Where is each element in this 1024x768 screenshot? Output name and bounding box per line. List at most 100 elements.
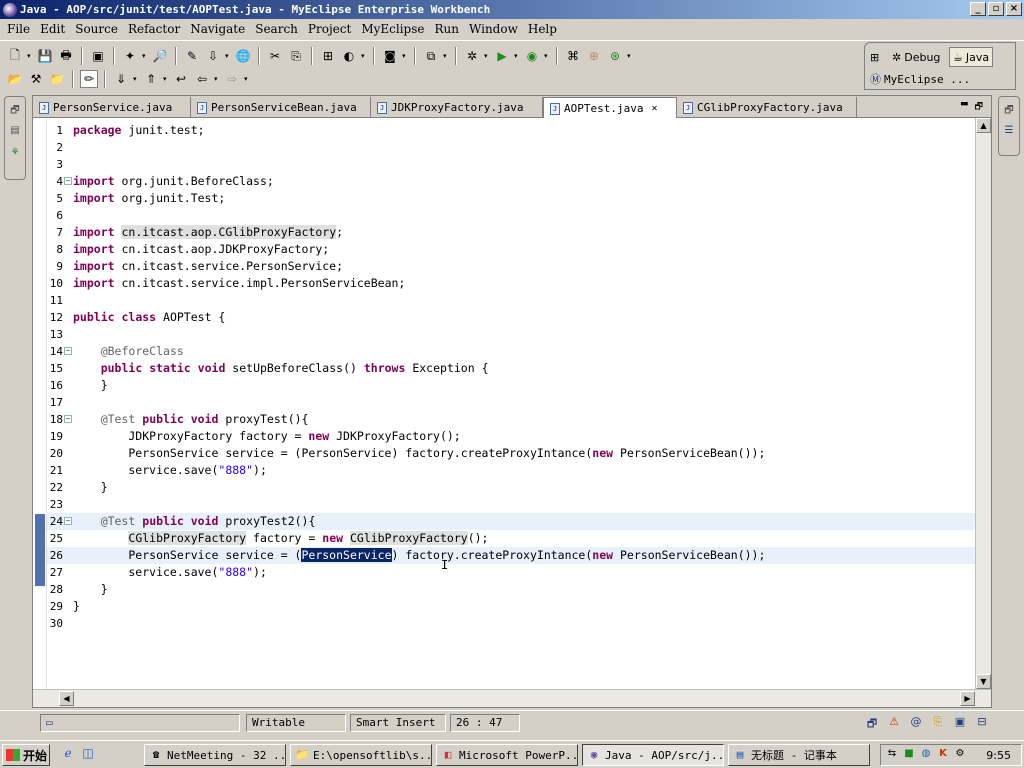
code-line[interactable]: 10 import cn.itcast.service.impl.PersonSe… [47, 275, 975, 292]
code-line[interactable]: 19 JDKProxyFactory factory = new JDKProx… [47, 428, 975, 445]
code-line[interactable]: 23 [47, 496, 975, 513]
code-line[interactable]: 27 service.save("888"); [47, 564, 975, 581]
code-line[interactable]: 28 } [47, 581, 975, 598]
external-tools-dropdown-icon[interactable]: ▾ [544, 52, 550, 60]
code-line[interactable]: 21 service.save("888"); [47, 462, 975, 479]
new-java-project-icon[interactable]: ⌘ [564, 47, 582, 65]
start-button[interactable]: 开始 [2, 744, 50, 766]
code-line[interactable]: 7 import cn.itcast.aop.CGlibProxyFactory; [47, 224, 975, 241]
back-icon[interactable]: ⇦ [193, 70, 211, 88]
new-icon[interactable]: 🗋 [6, 47, 24, 65]
menu-project[interactable]: Project [303, 22, 356, 36]
code-line[interactable]: 16 } [47, 377, 975, 394]
prev-annotation-dropdown-icon[interactable]: ▾ [163, 75, 169, 83]
menu-myeclipse[interactable]: MyEclipse [356, 22, 429, 36]
menu-window[interactable]: Window [464, 22, 523, 36]
back-dropdown-icon[interactable]: ▾ [214, 75, 220, 83]
code-line[interactable]: 24− @Test public void proxyTest2(){ [47, 513, 975, 530]
menu-navigate[interactable]: Navigate [185, 22, 250, 36]
debug-perspective-button[interactable]: ✲ Debug [889, 47, 943, 67]
package-dropdown-icon[interactable]: ▾ [443, 52, 449, 60]
menu-run[interactable]: Run [429, 22, 464, 36]
disabled-icon-2[interactable]: ⎘ [287, 47, 305, 65]
debug-dropdown-icon[interactable]: ▾ [484, 52, 490, 60]
green-app-icon[interactable]: ■ [902, 748, 916, 762]
camera-dropdown-icon[interactable]: ▾ [402, 52, 408, 60]
wizard-dropdown-icon[interactable]: ▾ [142, 52, 148, 60]
disabled-icon[interactable]: ✂ [266, 47, 284, 65]
code-line[interactable]: 14− @BeforeClass [47, 343, 975, 360]
last-edit-icon[interactable]: ↩ [172, 70, 190, 88]
task-myeclipse[interactable]: ◉ Java - AOP/src/j... [582, 744, 724, 766]
fold-toggle-icon[interactable]: − [64, 347, 72, 355]
code-line[interactable]: 2 [47, 139, 975, 156]
outline-icon[interactable]: ☰ [1001, 125, 1017, 141]
save-icon[interactable]: 💾 [36, 47, 54, 65]
menu-refactor[interactable]: Refactor [123, 22, 185, 36]
console-icon[interactable]: ▣ [952, 715, 968, 731]
code-line[interactable]: 25 CGlibProxyFactory factory = new CGlib… [47, 530, 975, 547]
tools-tray-icon[interactable]: ⚙ [953, 748, 967, 762]
debug-icon[interactable]: ✲ [463, 47, 481, 65]
code-line[interactable]: 22 } [47, 479, 975, 496]
open-file-icon[interactable]: 📁 [48, 70, 66, 88]
maximize-button[interactable]: ▫ [988, 2, 1004, 16]
restore-icon[interactable]: 🗗 [864, 715, 880, 731]
package-icon[interactable]: ⧉ [422, 47, 440, 65]
tab-jdk-proxy-factory[interactable]: J JDKProxyFactory.java [371, 97, 543, 118]
code-line[interactable]: 15 public static void setUpBeforeClass()… [47, 360, 975, 377]
code-line[interactable]: 20 PersonService service = (PersonServic… [47, 445, 975, 462]
k-app-icon[interactable]: K [936, 748, 950, 762]
menu-edit[interactable]: Edit [35, 22, 70, 36]
minimize-button[interactable]: _ [970, 2, 986, 16]
horizontal-scrollbar[interactable]: ◀ ▶ [33, 689, 991, 707]
fold-toggle-icon[interactable]: − [64, 415, 72, 423]
run-icon[interactable]: ▶ [493, 47, 511, 65]
print-icon[interactable]: 🖶 [57, 47, 75, 65]
new-class-icon[interactable]: ⊛ [606, 47, 624, 65]
code-line[interactable]: 12 public class AOPTest { [47, 309, 975, 326]
next-annotation-dropdown-icon[interactable]: ▾ [133, 75, 139, 83]
menu-file[interactable]: File [2, 22, 35, 36]
code-line[interactable]: 29} [47, 598, 975, 615]
code-line[interactable]: 13 [47, 326, 975, 343]
scroll-down-icon[interactable]: ▼ [976, 674, 991, 689]
tab-person-service-bean[interactable]: J PersonServiceBean.java [191, 97, 371, 118]
browser-icon[interactable]: ◐ [340, 47, 358, 65]
run-dropdown-icon[interactable]: ▾ [514, 52, 520, 60]
vertical-scrollbar[interactable]: ▲ ▼ [975, 118, 991, 689]
deploy-dropdown-icon[interactable]: ▾ [225, 52, 231, 60]
server-icon[interactable]: ⊞ [319, 47, 337, 65]
task-notepad[interactable]: ▤ 无标题 - 记事本 [728, 744, 870, 766]
code-line[interactable]: 17 [47, 394, 975, 411]
open-perspective-button[interactable]: ⊞ [867, 47, 882, 67]
menu-help[interactable]: Help [523, 22, 562, 36]
search-web-icon[interactable]: 🔎 [151, 47, 169, 65]
minimize-editor-icon[interactable]: ▬ [960, 99, 969, 115]
code-editor[interactable]: 1 package junit.test; 2 3 4− import org.junit… [33, 118, 991, 689]
globe-tray-icon[interactable]: ◍ [919, 748, 933, 762]
wizard-icon[interactable]: ✦ [121, 47, 139, 65]
myeclipse-perspective-button[interactable]: Ⓜ MyEclipse ... [867, 69, 973, 89]
code-line[interactable]: 3 [47, 156, 975, 173]
globe-icon[interactable]: 🌐 [234, 47, 252, 65]
code-line[interactable]: 4− import org.junit.BeforeClass; [47, 173, 975, 190]
forward-icon[interactable]: ⇨ [223, 70, 241, 88]
maximize-editor-icon[interactable]: 🗗 [975, 99, 983, 115]
fold-toggle-icon[interactable]: − [64, 177, 72, 185]
tab-aop-test[interactable]: J AOPTest.java ✕ [543, 97, 677, 119]
restore-icon[interactable]: 🗗 [1001, 103, 1017, 119]
next-annotation-icon[interactable]: ⇓ [112, 70, 130, 88]
code-line[interactable]: 9 import cn.itcast.service.PersonService; [47, 258, 975, 275]
highlight-icon[interactable]: ✏ [80, 70, 98, 88]
servers-icon[interactable]: ⊟ [974, 715, 990, 731]
browser-dropdown-icon[interactable]: ▾ [361, 52, 367, 60]
outlook-icon[interactable]: ◫ [80, 746, 96, 762]
package-explorer-icon[interactable]: ▤ [7, 125, 23, 141]
hammer-icon[interactable]: ⚒ [27, 70, 45, 88]
hierarchy-icon[interactable]: ⚘ [7, 147, 23, 163]
scroll-left-icon[interactable]: ◀ [59, 691, 74, 706]
prev-annotation-icon[interactable]: ⇑ [142, 70, 160, 88]
task-netmeeting[interactable]: ☎ NetMeeting - 32 ... [144, 744, 286, 766]
tab-cglib-proxy-factory[interactable]: J CGlibProxyFactory.java [677, 97, 857, 118]
